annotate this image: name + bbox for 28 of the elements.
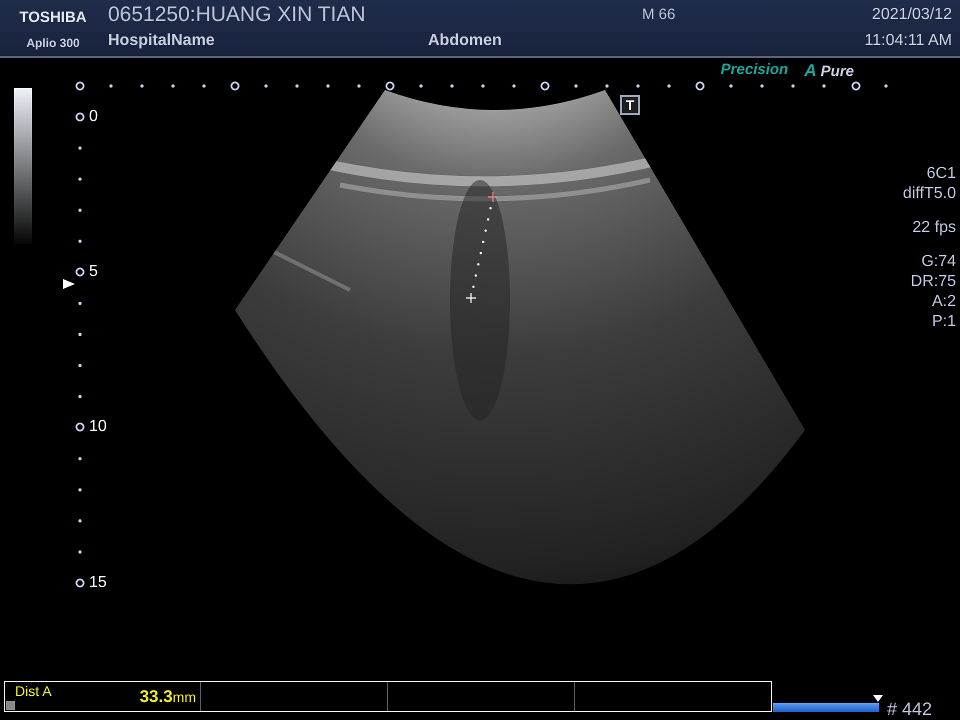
cine-position-icon	[873, 695, 883, 703]
depth-label: 10	[89, 418, 107, 436]
hospital-name: HospitalName	[108, 32, 216, 50]
focus-marker-icon	[63, 279, 75, 289]
brand-logo: TOSHIBA	[19, 9, 87, 26]
scan-parameter: 22 fps	[912, 218, 956, 238]
marker-square-icon	[6, 701, 15, 710]
scan-parameter: diffT5.0	[902, 184, 956, 204]
scan-parameter: P:1	[932, 312, 956, 332]
patient-sex-age: M 66	[642, 6, 676, 23]
t-badge: T	[620, 95, 640, 115]
depth-label: 0	[89, 108, 98, 126]
apure-logo: A Pure	[804, 61, 854, 81]
exam-type: Abdomen	[428, 32, 503, 50]
measurement-label: Dist A	[15, 683, 52, 699]
exam-date: 2021/03/12	[872, 6, 952, 24]
scan-parameter: DR:75	[910, 272, 956, 292]
model-name: Aplio 300	[26, 36, 80, 50]
precision-logo: Precision	[720, 61, 788, 80]
depth-label: 5	[89, 263, 98, 281]
patient-id-name: 0651250:HUANG XIN TIAN	[108, 3, 367, 27]
scan-parameter: A:2	[932, 292, 956, 312]
frame-number: # 442	[887, 700, 932, 718]
depth-label: 15	[89, 574, 107, 592]
scan-parameter: G:74	[921, 252, 956, 272]
measurement-value: 33.3mm	[140, 686, 196, 706]
scan-parameter: 6C1	[926, 164, 956, 184]
exam-time: 11:04:11 AM	[864, 32, 952, 50]
